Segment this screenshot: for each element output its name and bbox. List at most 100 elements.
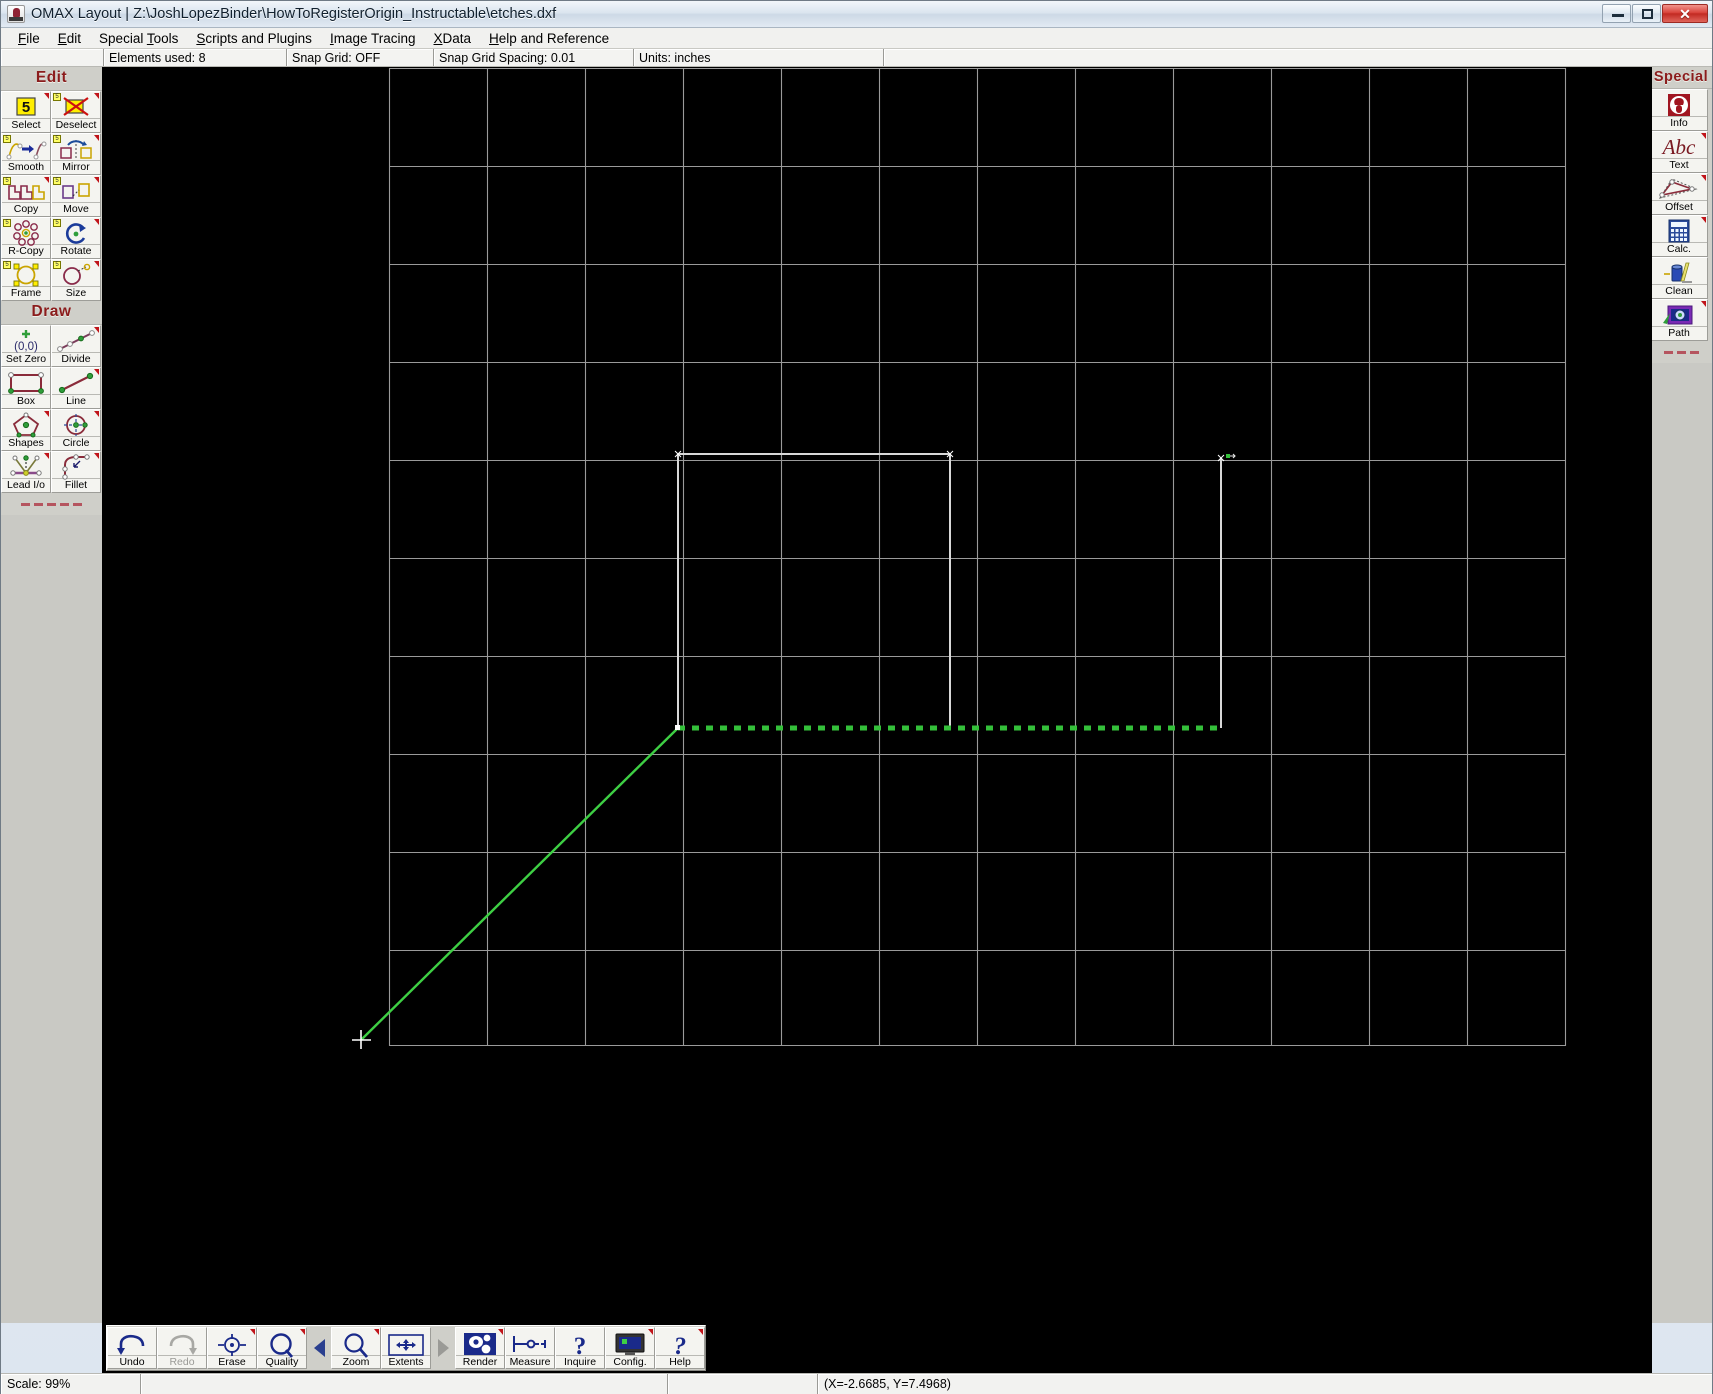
- tool-line[interactable]: Line: [51, 367, 101, 409]
- minimize-button[interactable]: [1602, 4, 1631, 23]
- bottom-toolbar: Undo Redo Erase Quality Zoom Extents Ren…: [106, 1325, 706, 1371]
- tool-text[interactable]: Abc Text: [1650, 131, 1708, 173]
- menu-xdata[interactable]: XData: [425, 29, 481, 48]
- menu-scripts-and-plugins[interactable]: Scripts and Plugins: [187, 29, 321, 48]
- tool-undo[interactable]: Undo: [107, 1327, 157, 1369]
- tool-path[interactable]: Path: [1650, 299, 1708, 341]
- rotate-icon: [52, 220, 100, 246]
- tool-inquire[interactable]: ? Inquire: [555, 1327, 605, 1369]
- menu-help-and-reference[interactable]: Help and Reference: [480, 29, 618, 48]
- svg-text:(0,0): (0,0): [14, 341, 38, 353]
- render-icon: [456, 1331, 504, 1358]
- size-icon: [52, 262, 100, 288]
- left-tool-panel: Edit 5 Select 5 Deselect 5 Smooth 5 Mirr…: [1, 67, 102, 1323]
- copy-icon: [2, 178, 50, 204]
- tool-r-copy[interactable]: 5 R-Copy: [1, 217, 51, 259]
- tool-erase[interactable]: Erase: [207, 1327, 257, 1369]
- left-arrow-icon[interactable]: [313, 1339, 325, 1357]
- draw-section-title: Draw: [1, 301, 102, 325]
- extents-icon: [382, 1331, 430, 1358]
- zoom-icon: [332, 1331, 380, 1358]
- tool-divide[interactable]: Divide: [51, 325, 101, 367]
- menu-special-tools[interactable]: Special Tools: [90, 29, 187, 48]
- mirror-icon: [52, 136, 100, 162]
- tool-size[interactable]: 5 Size: [51, 259, 101, 301]
- toolbar-scroll-right[interactable]: [431, 1326, 455, 1370]
- close-button[interactable]: ✕: [1662, 4, 1708, 23]
- bottom-status-bar: Scale: 99% (X=-2.6685, Y=7.4968): [1, 1373, 1712, 1394]
- maximize-button[interactable]: [1632, 4, 1661, 23]
- circle-icon: [52, 412, 100, 438]
- tool-deselect[interactable]: 5 Deselect: [51, 91, 101, 133]
- tool-mirror[interactable]: 5 Mirror: [51, 133, 101, 175]
- tool-redo: Redo: [157, 1327, 207, 1369]
- status-scale: Scale: 99%: [1, 1374, 141, 1394]
- status-field-3: [668, 1374, 818, 1394]
- omax-logo-icon: [7, 5, 25, 23]
- left-panel-dashed-separator: [1, 493, 102, 515]
- status-cell-snap-grid-spacing: Snap Grid Spacing: 0.01: [434, 49, 634, 66]
- right-special-panel: Special Info Abc Text Offset Calc. Clean…: [1650, 67, 1712, 1323]
- tool-help[interactable]: ? Help: [655, 1327, 705, 1369]
- tool-circle[interactable]: Circle: [51, 409, 101, 451]
- svg-text:Abc: Abc: [1661, 135, 1696, 159]
- tool-config[interactable]: Config.: [605, 1327, 655, 1369]
- menu-edit-label: dit: [66, 30, 82, 46]
- quality-icon: [258, 1331, 306, 1358]
- title-bar: OMAX Layout | Z:\JoshLopezBinder\HowToRe…: [1, 1, 1712, 28]
- clean-icon: [1651, 260, 1707, 286]
- info-status-strip: Elements used: 8 Snap Grid: OFF Snap Gri…: [1, 49, 1712, 67]
- tool-set-zero[interactable]: (0,0) Set Zero: [1, 325, 51, 367]
- status-cell-snap-grid: Snap Grid: OFF: [287, 49, 434, 66]
- right-panel-dashed-separator: [1650, 341, 1712, 363]
- tool-box[interactable]: Box: [1, 367, 51, 409]
- svg-text:?: ?: [574, 1333, 587, 1360]
- tool-render[interactable]: Render: [455, 1327, 505, 1369]
- inquire-icon: ?: [556, 1331, 604, 1360]
- tool-fillet[interactable]: Fillet: [51, 451, 101, 493]
- canvas-background: [102, 67, 1652, 1323]
- tool-clean[interactable]: Clean: [1650, 257, 1708, 299]
- tool-select[interactable]: 5 Select: [1, 91, 51, 133]
- draw-tool-grid: (0,0) Set Zero Divide Box Line Shapes Ci…: [1, 325, 102, 493]
- menu-file[interactable]: File: [9, 29, 49, 48]
- tool-info[interactable]: Info: [1650, 89, 1708, 131]
- measure-icon: [506, 1331, 554, 1358]
- tool-copy[interactable]: 5 Copy: [1, 175, 51, 217]
- tool-move[interactable]: 5 Move: [51, 175, 101, 217]
- move-icon: [52, 178, 100, 204]
- tool-rotate[interactable]: 5 Rotate: [51, 217, 101, 259]
- tool-calc[interactable]: Calc.: [1650, 215, 1708, 257]
- tool-quality[interactable]: Quality: [257, 1327, 307, 1369]
- tool-smooth[interactable]: 5 Smooth: [1, 133, 51, 175]
- menu-image-tracing[interactable]: Image Tracing: [321, 29, 425, 48]
- tool-shapes[interactable]: Shapes: [1, 409, 51, 451]
- path-junction-node: [675, 725, 680, 730]
- tool-extents[interactable]: Extents: [381, 1327, 431, 1369]
- svg-text:?: ?: [674, 1333, 687, 1360]
- menu-bar: File Edit Special Tools Scripts and Plug…: [1, 28, 1712, 49]
- menu-edit[interactable]: Edit: [49, 29, 90, 48]
- calculator-icon: [1651, 218, 1707, 244]
- undo-icon: [108, 1331, 156, 1358]
- canvas-svg[interactable]: [102, 67, 1652, 1323]
- frame-icon: [2, 262, 50, 288]
- tool-frame[interactable]: 5 Frame: [1, 259, 51, 301]
- status-cell-empty-tail: [884, 49, 1712, 66]
- tool-zoom[interactable]: Zoom: [331, 1327, 381, 1369]
- line-icon: [52, 370, 100, 396]
- toolbar-scroll-left[interactable]: [307, 1326, 331, 1370]
- omax-layout-window: OMAX Layout | Z:\JoshLopezBinder\HowToRe…: [0, 0, 1713, 1394]
- redo-icon: [158, 1331, 206, 1358]
- box-icon: [2, 370, 50, 396]
- edit-tool-grid: 5 Select 5 Deselect 5 Smooth 5 Mirror 5 …: [1, 91, 102, 301]
- tool-offset[interactable]: Offset: [1650, 173, 1708, 215]
- tool-lead-io[interactable]: Lead I/o: [1, 451, 51, 493]
- bottom-toolbar-area: Undo Redo Erase Quality Zoom Extents Ren…: [102, 1323, 1652, 1373]
- window-controls: ✕: [1602, 4, 1708, 23]
- drawing-canvas[interactable]: [102, 67, 1652, 1323]
- info-icon: [1651, 92, 1707, 118]
- tool-measure[interactable]: Measure: [505, 1327, 555, 1369]
- right-arrow-icon[interactable]: [437, 1339, 449, 1357]
- set-zero-icon: (0,0): [2, 328, 50, 354]
